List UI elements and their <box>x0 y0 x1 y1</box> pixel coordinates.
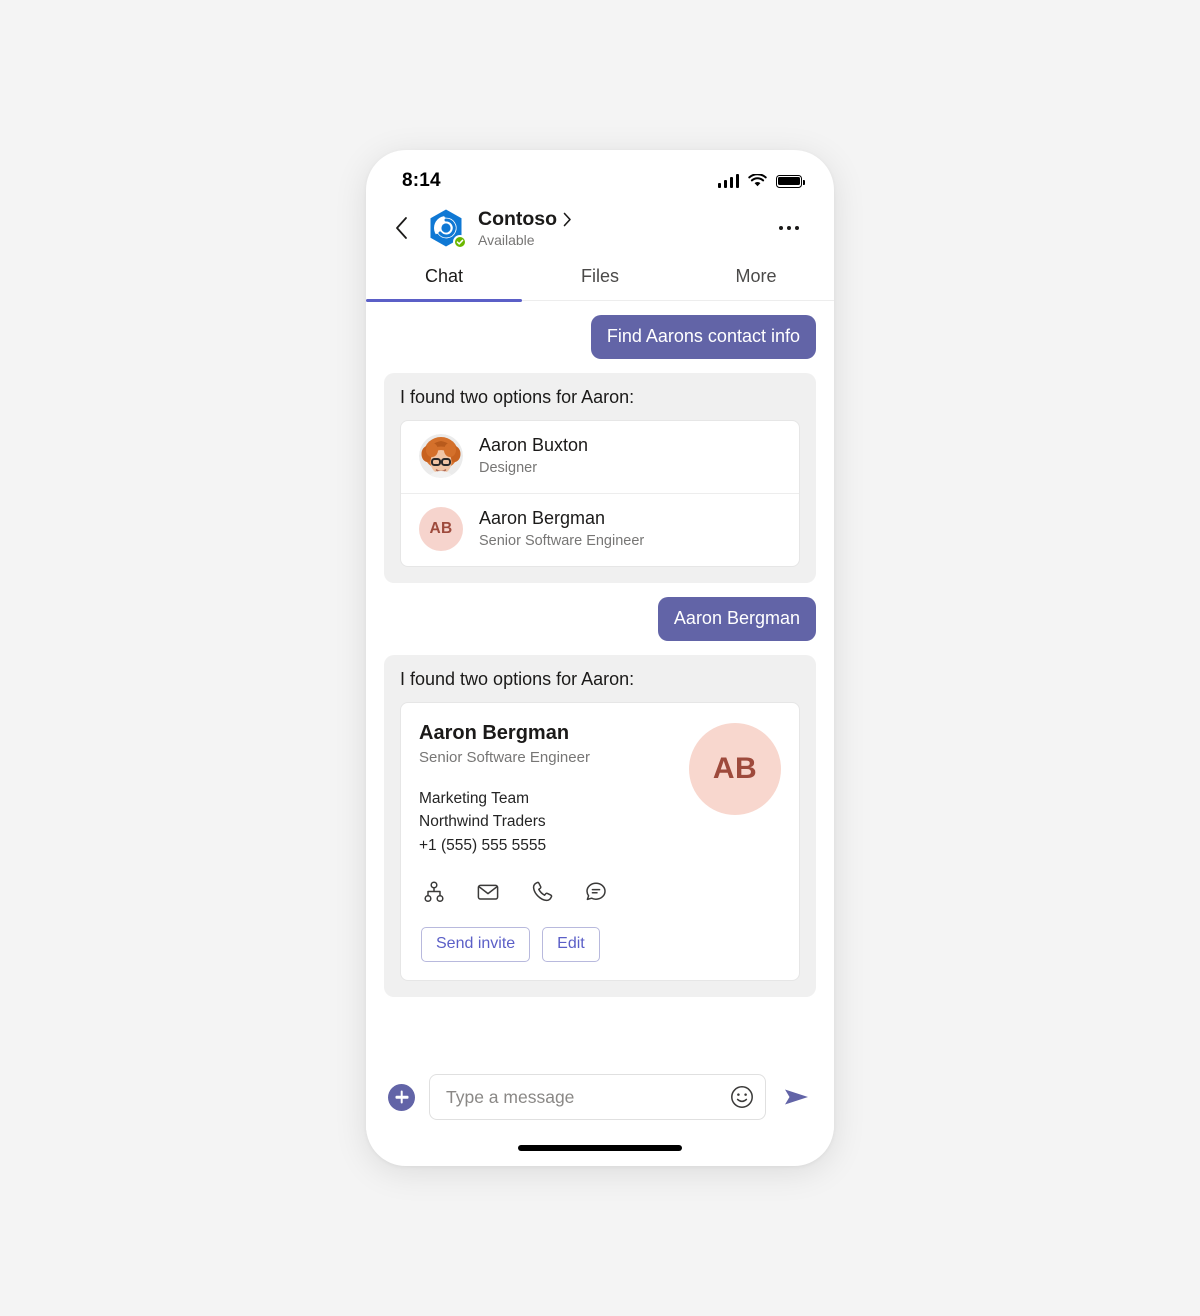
contact-phone: +1 (555) 555 5555 <box>419 836 547 854</box>
person-role: Senior Software Engineer <box>479 532 645 549</box>
wifi-icon <box>748 174 767 187</box>
send-invite-button[interactable]: Send invite <box>421 926 531 962</box>
card-title: I found two options for Aaron: <box>400 668 635 689</box>
phone-frame: 8:14 Contoso Available Chat Files More F… <box>366 150 834 1166</box>
contact-name: Aaron Bergman <box>419 722 570 745</box>
plus-icon[interactable] <box>388 1083 415 1111</box>
contact-card-buttons: Send invite Edit <box>419 926 781 962</box>
card-title: I found two options for Aaron: <box>400 386 635 407</box>
status-bar: 8:14 <box>366 150 834 202</box>
avatar: AB <box>689 723 781 816</box>
contact-team: Marketing Team <box>419 790 529 808</box>
list-item[interactable]: AB Aaron Bergman Senior Software Enginee… <box>401 493 799 566</box>
message-bubble-outgoing[interactable]: Aaron Bergman <box>657 597 816 641</box>
page-title: Contoso <box>478 208 558 231</box>
message-composer: Type a message <box>366 1062 834 1130</box>
avatar: AB <box>419 507 463 552</box>
contact-company: Northwind Traders <box>419 813 546 831</box>
message-row-card-list: I found two options for Aaron: Aaron Bux… <box>366 372 834 584</box>
emoji-smiley-icon[interactable] <box>729 1084 755 1110</box>
phone-icon[interactable] <box>529 879 555 905</box>
chevron-left-icon <box>396 217 407 239</box>
battery-full-icon <box>776 174 805 188</box>
status-time: 8:14 <box>402 170 441 191</box>
list-item-text: Aaron Bergman Senior Software Engineer <box>479 508 644 550</box>
person-name: Aaron Buxton <box>479 435 589 456</box>
contoso-logo-icon[interactable] <box>426 208 467 249</box>
cellular-signal-icon <box>717 174 739 188</box>
message-bubble-outgoing[interactable]: Find Aarons contact info <box>590 315 816 359</box>
contact-role: Senior Software Engineer <box>419 749 590 767</box>
tab-bar: Chat Files More <box>366 256 834 302</box>
message-row-outgoing: Aaron Bergman <box>366 597 834 641</box>
envelope-icon[interactable] <box>475 879 501 905</box>
back-button[interactable] <box>388 211 414 245</box>
tab-files[interactable]: Files <box>522 256 678 300</box>
more-options-icon[interactable] <box>772 211 806 245</box>
user-photo-avatar <box>419 434 463 479</box>
chevron-right-icon[interactable] <box>563 212 572 227</box>
edit-button[interactable]: Edit <box>542 926 600 962</box>
list-item-text: Aaron Buxton Designer <box>479 435 588 477</box>
adaptive-card-list: I found two options for Aaron: Aaron Bux… <box>384 372 816 584</box>
person-role: Designer <box>479 459 538 476</box>
adaptive-card-detail: I found two options for Aaron: Aaron Ber… <box>384 654 816 997</box>
org-chart-icon[interactable] <box>421 879 447 905</box>
chat-header: Contoso Available <box>366 202 834 256</box>
message-row-outgoing: Find Aarons contact info <box>366 315 834 359</box>
screen-background: 8:14 Contoso Available Chat Files More F… <box>0 0 1200 1316</box>
contact-action-icons <box>419 879 781 905</box>
message-list[interactable]: Find Aarons contact info I found two opt… <box>366 301 834 1062</box>
header-text: Contoso Available <box>478 208 760 248</box>
available-check-icon <box>453 235 467 249</box>
tab-more[interactable]: More <box>678 256 834 300</box>
message-input[interactable]: Type a message <box>446 1087 729 1108</box>
message-input-wrapper[interactable]: Type a message <box>429 1074 766 1120</box>
home-indicator-bar[interactable] <box>518 1145 682 1151</box>
message-row-card-detail: I found two options for Aaron: Aaron Ber… <box>366 654 834 997</box>
person-name: Aaron Bergman <box>479 508 606 529</box>
chat-bubble-icon[interactable] <box>583 879 609 905</box>
presence-status-label: Available <box>478 231 535 248</box>
send-arrow-icon[interactable] <box>780 1081 812 1113</box>
contact-card: Aaron Bergman Senior Software Engineer M… <box>400 702 800 981</box>
people-list: Aaron Buxton Designer AB Aaron Bergman S… <box>400 420 800 568</box>
status-icons <box>717 174 805 188</box>
home-indicator-area <box>366 1130 834 1166</box>
tab-chat[interactable]: Chat <box>366 256 522 302</box>
list-item[interactable]: Aaron Buxton Designer <box>401 421 799 493</box>
